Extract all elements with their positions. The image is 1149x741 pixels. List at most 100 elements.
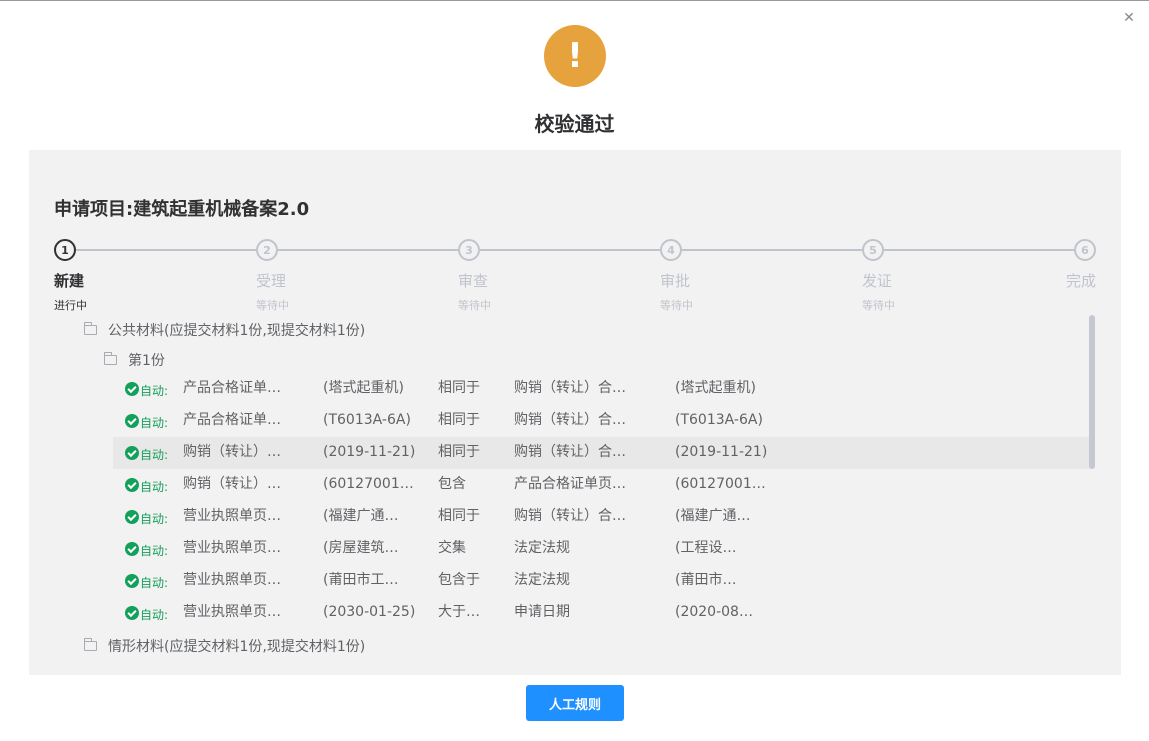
step-title: 受理 (256, 272, 287, 290)
rule-status: 自动: (140, 448, 169, 462)
check-circle-icon (125, 542, 139, 556)
rule-operator: 交集 (438, 540, 466, 556)
step-status: 等待中 (256, 299, 289, 312)
step-approve: 4 审批 等待中 (660, 239, 760, 313)
rule-target: 购销（转让）合… (514, 412, 626, 428)
rule-operator: 相同于 (438, 380, 480, 396)
rule-operator: 相同于 (438, 412, 480, 428)
check-circle-icon (125, 510, 139, 524)
rule-status: 自动: (140, 384, 169, 398)
step-title: 发证 (862, 272, 893, 290)
step-status: 进行中 (54, 299, 87, 312)
step-number: 6 (1074, 239, 1096, 261)
rule-material: 购销（转让）… (183, 476, 281, 492)
rule-target-value: (2020-08… (675, 604, 753, 620)
step-title: 审查 (458, 272, 489, 290)
check-circle-icon (125, 382, 139, 396)
rule-target: 产品合格证单页… (514, 476, 626, 492)
rule-status: 自动: (140, 480, 169, 494)
rule-operator: 相同于 (438, 444, 480, 460)
rule-row[interactable]: 自动: 营业执照单页… (2030-01-25) 大于… 申请日期 (2020-… (113, 597, 1090, 629)
warning-icon: ! (544, 25, 606, 87)
project-heading: 申请项目:建筑起重机械备案2.0 (54, 195, 309, 221)
rule-operator: 包含于 (438, 572, 480, 588)
rule-target: 购销（转让）合… (514, 444, 626, 460)
rule-target: 法定法规 (514, 572, 570, 588)
manual-rules-button[interactable]: 人工规则 (526, 685, 624, 721)
rule-value: (莆田市工… (323, 572, 399, 588)
scrollbar[interactable] (1088, 315, 1096, 665)
rule-value: (T6013A-6A) (323, 412, 411, 428)
rule-row[interactable]: 自动: 产品合格证单… (塔式起重机) 相同于 购销（转让）合… (塔式起重机) (113, 373, 1090, 405)
rule-material: 营业执照单页… (183, 572, 281, 588)
rule-row[interactable]: 自动: 购销（转让）… (2019-11-21) 相同于 购销（转让）合… (2… (113, 437, 1090, 469)
rule-value: (2030-01-25) (323, 604, 416, 620)
project-name: 建筑起重机械备案2.0 (133, 199, 310, 220)
step-review: 3 审查 等待中 (458, 239, 558, 313)
tree-group-situational[interactable]: 情形材料(应提交材料1份,现提交材料1份) (84, 631, 365, 661)
rule-row[interactable]: 自动: 营业执照单页… (房屋建筑… 交集 法定法规 (工程设… (113, 533, 1090, 565)
rule-target: 购销（转让）合… (514, 380, 626, 396)
step-title: 新建 (54, 272, 85, 290)
rule-target: 法定法规 (514, 540, 570, 556)
rule-status: 自动: (140, 416, 169, 430)
rule-target-value: (T6013A-6A) (675, 412, 763, 428)
step-status: 等待中 (458, 299, 491, 312)
rule-value: (60127001… (323, 476, 414, 492)
rule-row[interactable]: 自动: 购销（转让）… (60127001… 包含 产品合格证单页… (6012… (113, 469, 1090, 501)
tree-subgroup-copy1[interactable]: 第1份 (104, 345, 165, 375)
check-circle-icon (125, 446, 139, 460)
step-status: 等待中 (862, 299, 895, 312)
rule-target-value: (60127001… (675, 476, 766, 492)
project-label: 申请项目: (54, 199, 134, 220)
step-accept: 2 受理 等待中 (256, 239, 356, 313)
rule-value: (房屋建筑… (323, 540, 399, 556)
step-number: 2 (256, 239, 278, 261)
folder-icon (84, 322, 97, 335)
step-number: 4 (660, 239, 682, 261)
rule-operator: 大于… (438, 604, 480, 620)
rule-target-value: (莆田市… (675, 572, 737, 588)
check-circle-icon (125, 478, 139, 492)
rule-material: 产品合格证单… (183, 380, 281, 396)
step-new: 1 新建 进行中 (54, 239, 154, 313)
rule-target: 申请日期 (514, 604, 570, 620)
rule-operator: 包含 (438, 476, 466, 492)
step-number: 3 (458, 239, 480, 261)
tree-node-label: 公共材料(应提交材料1份,现提交材料1份) (108, 323, 366, 339)
process-steps: 1 新建 进行中 2 受理 等待中 3 审查 等待中 4 审批 等待中 5 发证… (54, 239, 1096, 312)
rule-target: 购销（转让）合… (514, 508, 626, 524)
rule-status: 自动: (140, 512, 169, 526)
tree-group-public[interactable]: 公共材料(应提交材料1份,现提交材料1份) (84, 315, 365, 345)
step-status: 等待中 (660, 299, 693, 312)
rule-value: (福建广通… (323, 508, 399, 524)
rule-material: 营业执照单页… (183, 540, 281, 556)
close-icon[interactable]: ✕ (1119, 8, 1139, 28)
step-title: 审批 (660, 272, 691, 290)
rule-target-value: (福建广通… (675, 508, 751, 524)
rule-status: 自动: (140, 576, 169, 590)
rule-material: 产品合格证单… (183, 412, 281, 428)
rule-operator: 相同于 (438, 508, 480, 524)
rule-value: (塔式起重机) (323, 380, 404, 396)
top-border (0, 0, 1149, 1)
rule-target-value: (工程设… (675, 540, 737, 556)
rule-material: 购销（转让）… (183, 444, 281, 460)
rule-value: (2019-11-21) (323, 444, 416, 460)
rule-status: 自动: (140, 608, 169, 622)
rule-row[interactable]: 自动: 产品合格证单… (T6013A-6A) 相同于 购销（转让）合… (T6… (113, 405, 1090, 437)
rule-row[interactable]: 自动: 营业执照单页… (莆田市工… 包含于 法定法规 (莆田市… (113, 565, 1090, 597)
rule-target-value: (塔式起重机) (675, 380, 756, 396)
validation-panel: 申请项目:建筑起重机械备案2.0 1 新建 进行中 2 受理 等待中 3 审查 … (29, 150, 1121, 675)
tree-node-label: 情形材料(应提交材料1份,现提交材料1份) (108, 639, 366, 655)
step-number: 1 (54, 239, 76, 261)
rule-status: 自动: (140, 544, 169, 558)
result-title: 校验通过 (534, 112, 615, 136)
folder-icon (84, 638, 97, 651)
rule-material: 营业执照单页… (183, 604, 281, 620)
rule-row[interactable]: 自动: 营业执照单页… (福建广通… 相同于 购销（转让）合… (福建广通… (113, 501, 1090, 533)
scrollbar-thumb[interactable] (1089, 315, 1095, 469)
rule-target-value: (2019-11-21) (675, 444, 768, 460)
step-complete: 6 完成 (996, 239, 1096, 297)
folder-icon (104, 352, 117, 365)
